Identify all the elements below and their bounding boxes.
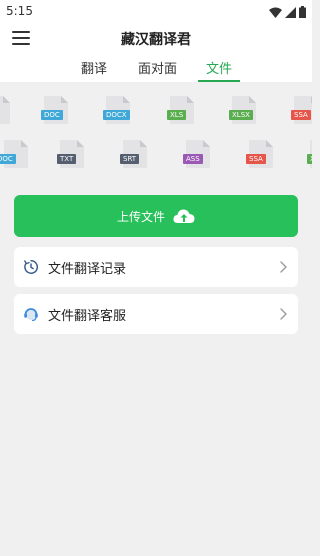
upload-file-label: 上传文件 [116, 209, 165, 224]
tab-file[interactable]: 文件 [197, 58, 241, 82]
file-translation-history-label: 文件翻译记录 [48, 262, 127, 277]
tab-translate[interactable]: 翻译 [81, 58, 107, 82]
file-icon-srt: SRT [120, 140, 147, 168]
file-translation-support-label: 文件翻译客服 [48, 309, 127, 324]
file-icon-txt: TXT [57, 140, 84, 168]
file-translation-support-item[interactable]: 文件翻译客服 [14, 294, 298, 334]
tab-bar: 翻译 面对面 文件 [0, 52, 312, 82]
file-icon-ssa: SSA [291, 96, 312, 124]
cloud-upload-icon [173, 209, 195, 223]
battery-icon [299, 6, 306, 18]
status-time: 5:15 [6, 4, 33, 18]
wifi-icon [269, 7, 282, 18]
upload-file-button[interactable]: 上传文件 [14, 195, 298, 237]
file-icon-xls: XLS [167, 96, 194, 124]
file-types-banner: DOC DOCX XLS XLSX SSA DOC TXT SRT ASS SS… [0, 82, 312, 177]
app-bar: 藏汉翻译君 [0, 24, 312, 52]
signal-icon [285, 6, 296, 18]
file-icon-ass: ASS [183, 140, 210, 168]
status-icons [269, 5, 306, 19]
file-icon-xlsx: XLSX [229, 96, 256, 124]
status-bar: 5:15 [0, 0, 312, 24]
file-translation-history-item[interactable]: 文件翻译记录 [14, 247, 298, 287]
history-clock-icon [24, 260, 39, 274]
tab-face-to-face[interactable]: 面对面 [138, 58, 177, 82]
chevron-right-icon [280, 261, 287, 273]
file-icon-docx: DOCX [103, 96, 130, 124]
app-title: 藏汉翻译君 [121, 32, 191, 48]
file-icon-ssa: SSA [246, 140, 273, 168]
file-icon-doc: DOC [0, 140, 28, 168]
file-icon-doc: DOC [41, 96, 68, 124]
chevron-right-icon [280, 308, 287, 320]
file-icon-x: X [307, 140, 312, 168]
customer-service-icon [24, 308, 38, 322]
file-icon [0, 96, 10, 124]
